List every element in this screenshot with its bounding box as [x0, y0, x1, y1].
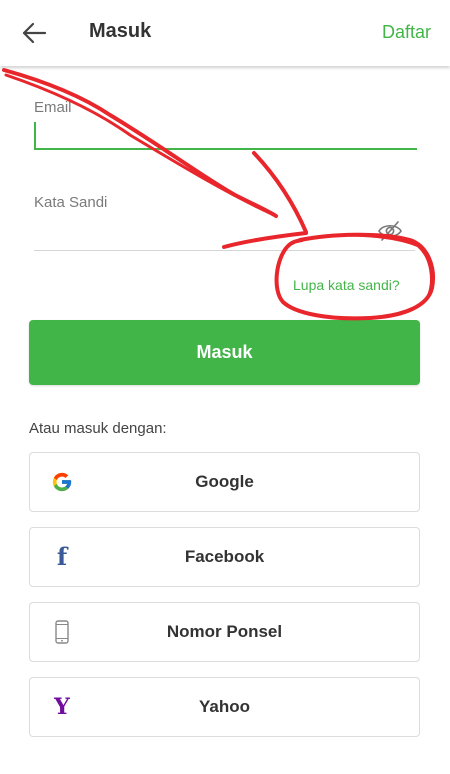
yahoo-login-label: Yahoo: [198, 697, 250, 716]
yahoo-login-button[interactable]: Y Yahoo: [29, 677, 420, 737]
facebook-login-button[interactable]: f Facebook: [29, 527, 420, 587]
phone-login-button[interactable]: Nomor Ponsel: [29, 602, 420, 662]
arrow-left-icon: [22, 22, 47, 44]
login-button-label: Masuk: [196, 342, 253, 362]
page-title: Masuk: [89, 20, 152, 42]
google-login-label: Google: [195, 472, 254, 491]
eye-slash-icon: [378, 221, 402, 241]
register-link[interactable]: Daftar: [382, 22, 431, 43]
google-login-button[interactable]: Google: [29, 452, 420, 512]
password-field[interactable]: [34, 222, 415, 251]
password-visibility-toggle[interactable]: [377, 220, 403, 242]
phone-login-label: Nomor Ponsel: [166, 622, 283, 641]
password-label: Kata Sandi: [34, 194, 108, 211]
facebook-login-label: Facebook: [184, 547, 265, 566]
alternative-login-label: Atau masuk dengan:: [29, 420, 167, 437]
forgot-password-link[interactable]: Lupa kata sandi?: [293, 277, 400, 293]
login-button[interactable]: Masuk: [29, 320, 420, 385]
email-field[interactable]: [34, 122, 417, 150]
email-label: Email: [34, 99, 72, 116]
app-bar: Masuk Daftar: [0, 0, 450, 66]
back-button[interactable]: [18, 18, 50, 48]
